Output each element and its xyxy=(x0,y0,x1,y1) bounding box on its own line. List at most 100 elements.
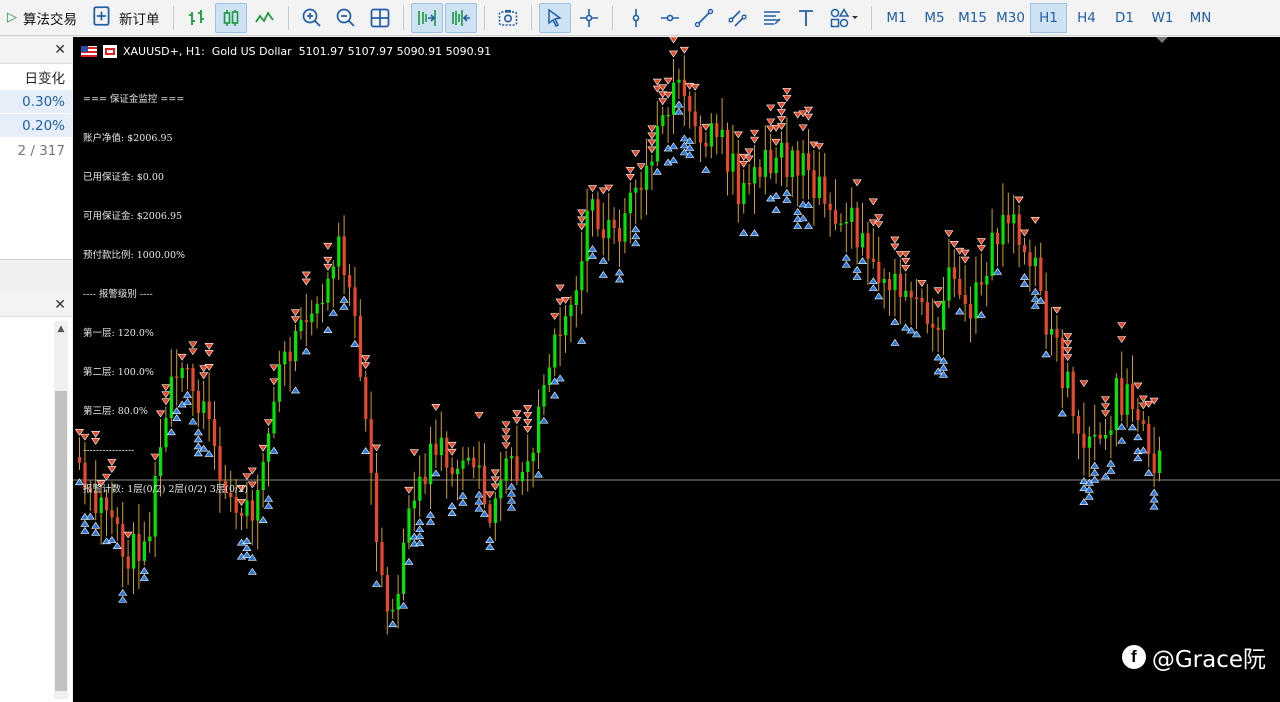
buy-arrow-icon xyxy=(992,267,1003,275)
candle-body xyxy=(688,95,692,112)
buy-arrow-icon xyxy=(1057,409,1067,417)
candle-body xyxy=(715,123,719,138)
candle-body xyxy=(623,213,627,242)
candle-body xyxy=(558,334,562,336)
bar-chart-button[interactable] xyxy=(181,3,213,33)
candle-body xyxy=(634,187,638,193)
daily-change-row[interactable]: 0.30% xyxy=(0,90,72,113)
timeframe-m1-button[interactable]: M1 xyxy=(878,3,915,33)
buy-arrow-icon xyxy=(118,588,128,596)
buy-arrow-icon xyxy=(614,268,625,276)
cursor-button[interactable] xyxy=(538,2,571,33)
sell-arrow-icon xyxy=(814,143,824,151)
sell-arrow-icon xyxy=(771,138,781,146)
candle-body xyxy=(1033,257,1037,267)
candle-body xyxy=(364,377,368,420)
candle-body xyxy=(493,498,497,523)
timeframe-bar: M1 M5 M15 M30 H1 H4 D1 W1 MN xyxy=(878,2,1220,33)
line-chart-button[interactable] xyxy=(249,3,281,33)
timeframe-m15-button[interactable]: M15 xyxy=(954,3,991,33)
tile-windows-button[interactable] xyxy=(364,3,396,33)
sell-arrow-icon xyxy=(663,77,673,85)
new-order-button[interactable]: 新订单 xyxy=(85,3,166,33)
shapes-button[interactable] xyxy=(824,3,864,33)
buy-arrow-icon xyxy=(938,363,949,371)
scroll-up-icon[interactable]: ▲ xyxy=(54,321,68,337)
candle-body xyxy=(990,232,994,276)
buy-arrow-icon xyxy=(1149,502,1159,510)
candle-body xyxy=(1104,434,1108,439)
candle-body xyxy=(434,443,438,456)
buy-arrow-icon xyxy=(361,447,371,454)
close-icon[interactable]: ✕ xyxy=(54,42,66,58)
text-button[interactable] xyxy=(790,3,822,33)
candle-body xyxy=(472,457,476,468)
timeframe-h1-button[interactable]: H1 xyxy=(1030,2,1067,33)
timeframe-h4-button[interactable]: H4 xyxy=(1068,3,1105,33)
auto-scroll-button[interactable] xyxy=(410,2,443,33)
buy-arrow-icon xyxy=(793,207,803,215)
candle-body xyxy=(407,508,411,543)
buy-arrow-icon xyxy=(290,386,301,394)
buy-arrow-icon xyxy=(631,232,641,240)
buy-arrow-icon xyxy=(901,323,911,331)
timeframe-w1-button[interactable]: W1 xyxy=(1144,3,1181,33)
algo-trading-button[interactable]: ▷ 算法交易 xyxy=(1,3,83,33)
sell-arrow-icon xyxy=(269,378,279,386)
scrollbar[interactable]: ▲ xyxy=(54,321,68,699)
buy-arrow-icon xyxy=(1149,488,1159,496)
toolbar-separator xyxy=(530,5,532,30)
timeframe-m5-button[interactable]: M5 xyxy=(916,3,953,33)
buy-arrow-icon xyxy=(398,601,409,609)
candle-body xyxy=(650,161,654,166)
crosshair-button[interactable] xyxy=(573,3,605,33)
candle-body xyxy=(931,323,935,328)
sell-arrow-icon xyxy=(523,412,533,419)
toolbar-separator xyxy=(287,5,289,30)
screenshot-button[interactable] xyxy=(492,3,524,33)
candle-body xyxy=(823,176,827,204)
sell-arrow-icon xyxy=(1100,403,1111,411)
fibonacci-button[interactable] xyxy=(756,3,788,33)
candle-body xyxy=(1158,450,1162,473)
margin-monitor: === 保证金监控 === 账户净值: $2006.95 已用保证金: $0.0… xyxy=(83,67,248,522)
buy-arrow-icon xyxy=(242,551,252,558)
monitor-level-3: 第三层: 80.0% xyxy=(83,406,148,417)
horizontal-line-button[interactable] xyxy=(654,3,686,33)
chart-shift-marker-icon[interactable] xyxy=(1156,37,1168,43)
channel-button[interactable] xyxy=(722,3,754,33)
candle-body xyxy=(904,290,908,297)
sell-arrow-icon xyxy=(523,405,533,412)
sell-arrow-icon xyxy=(782,87,792,95)
candle-body xyxy=(137,533,141,561)
timeframe-d1-button[interactable]: D1 xyxy=(1106,3,1143,33)
daily-change-column-header[interactable]: 日变化 xyxy=(0,64,72,90)
candle-body xyxy=(596,199,600,230)
sell-arrow-icon xyxy=(663,91,673,99)
daily-change-row[interactable]: 0.20% xyxy=(0,114,72,137)
candlestick-chart-button[interactable] xyxy=(214,2,247,33)
buy-arrow-icon xyxy=(474,490,484,498)
price-chart[interactable]: XAUUSD+, H1: Gold US Dollar 5101.97 5107… xyxy=(73,37,1280,702)
buy-arrow-icon xyxy=(782,188,792,196)
chart-shift-button[interactable] xyxy=(444,2,477,33)
trend-line-button[interactable] xyxy=(688,3,720,33)
sell-arrow-icon xyxy=(1117,336,1127,344)
candle-body xyxy=(121,524,125,557)
zoom-in-button[interactable] xyxy=(296,3,328,33)
sell-arrow-icon xyxy=(555,284,565,292)
zoom-out-button[interactable] xyxy=(330,3,362,33)
candle-body xyxy=(1087,436,1091,448)
candle-body xyxy=(391,609,395,612)
close-icon[interactable]: ✕ xyxy=(54,297,66,313)
timeframe-m30-button[interactable]: M30 xyxy=(992,3,1029,33)
buy-arrow-icon xyxy=(701,165,711,173)
sell-arrow-icon xyxy=(1019,229,1030,237)
buy-arrow-icon xyxy=(955,307,965,315)
vertical-line-button[interactable] xyxy=(620,3,652,33)
sell-arrow-icon xyxy=(587,185,598,193)
buy-arrow-icon xyxy=(631,225,641,233)
monitor-level-1: 第一层: 120.0% xyxy=(83,328,154,339)
scroll-thumb[interactable] xyxy=(55,391,67,691)
timeframe-mn-button[interactable]: MN xyxy=(1182,3,1219,33)
